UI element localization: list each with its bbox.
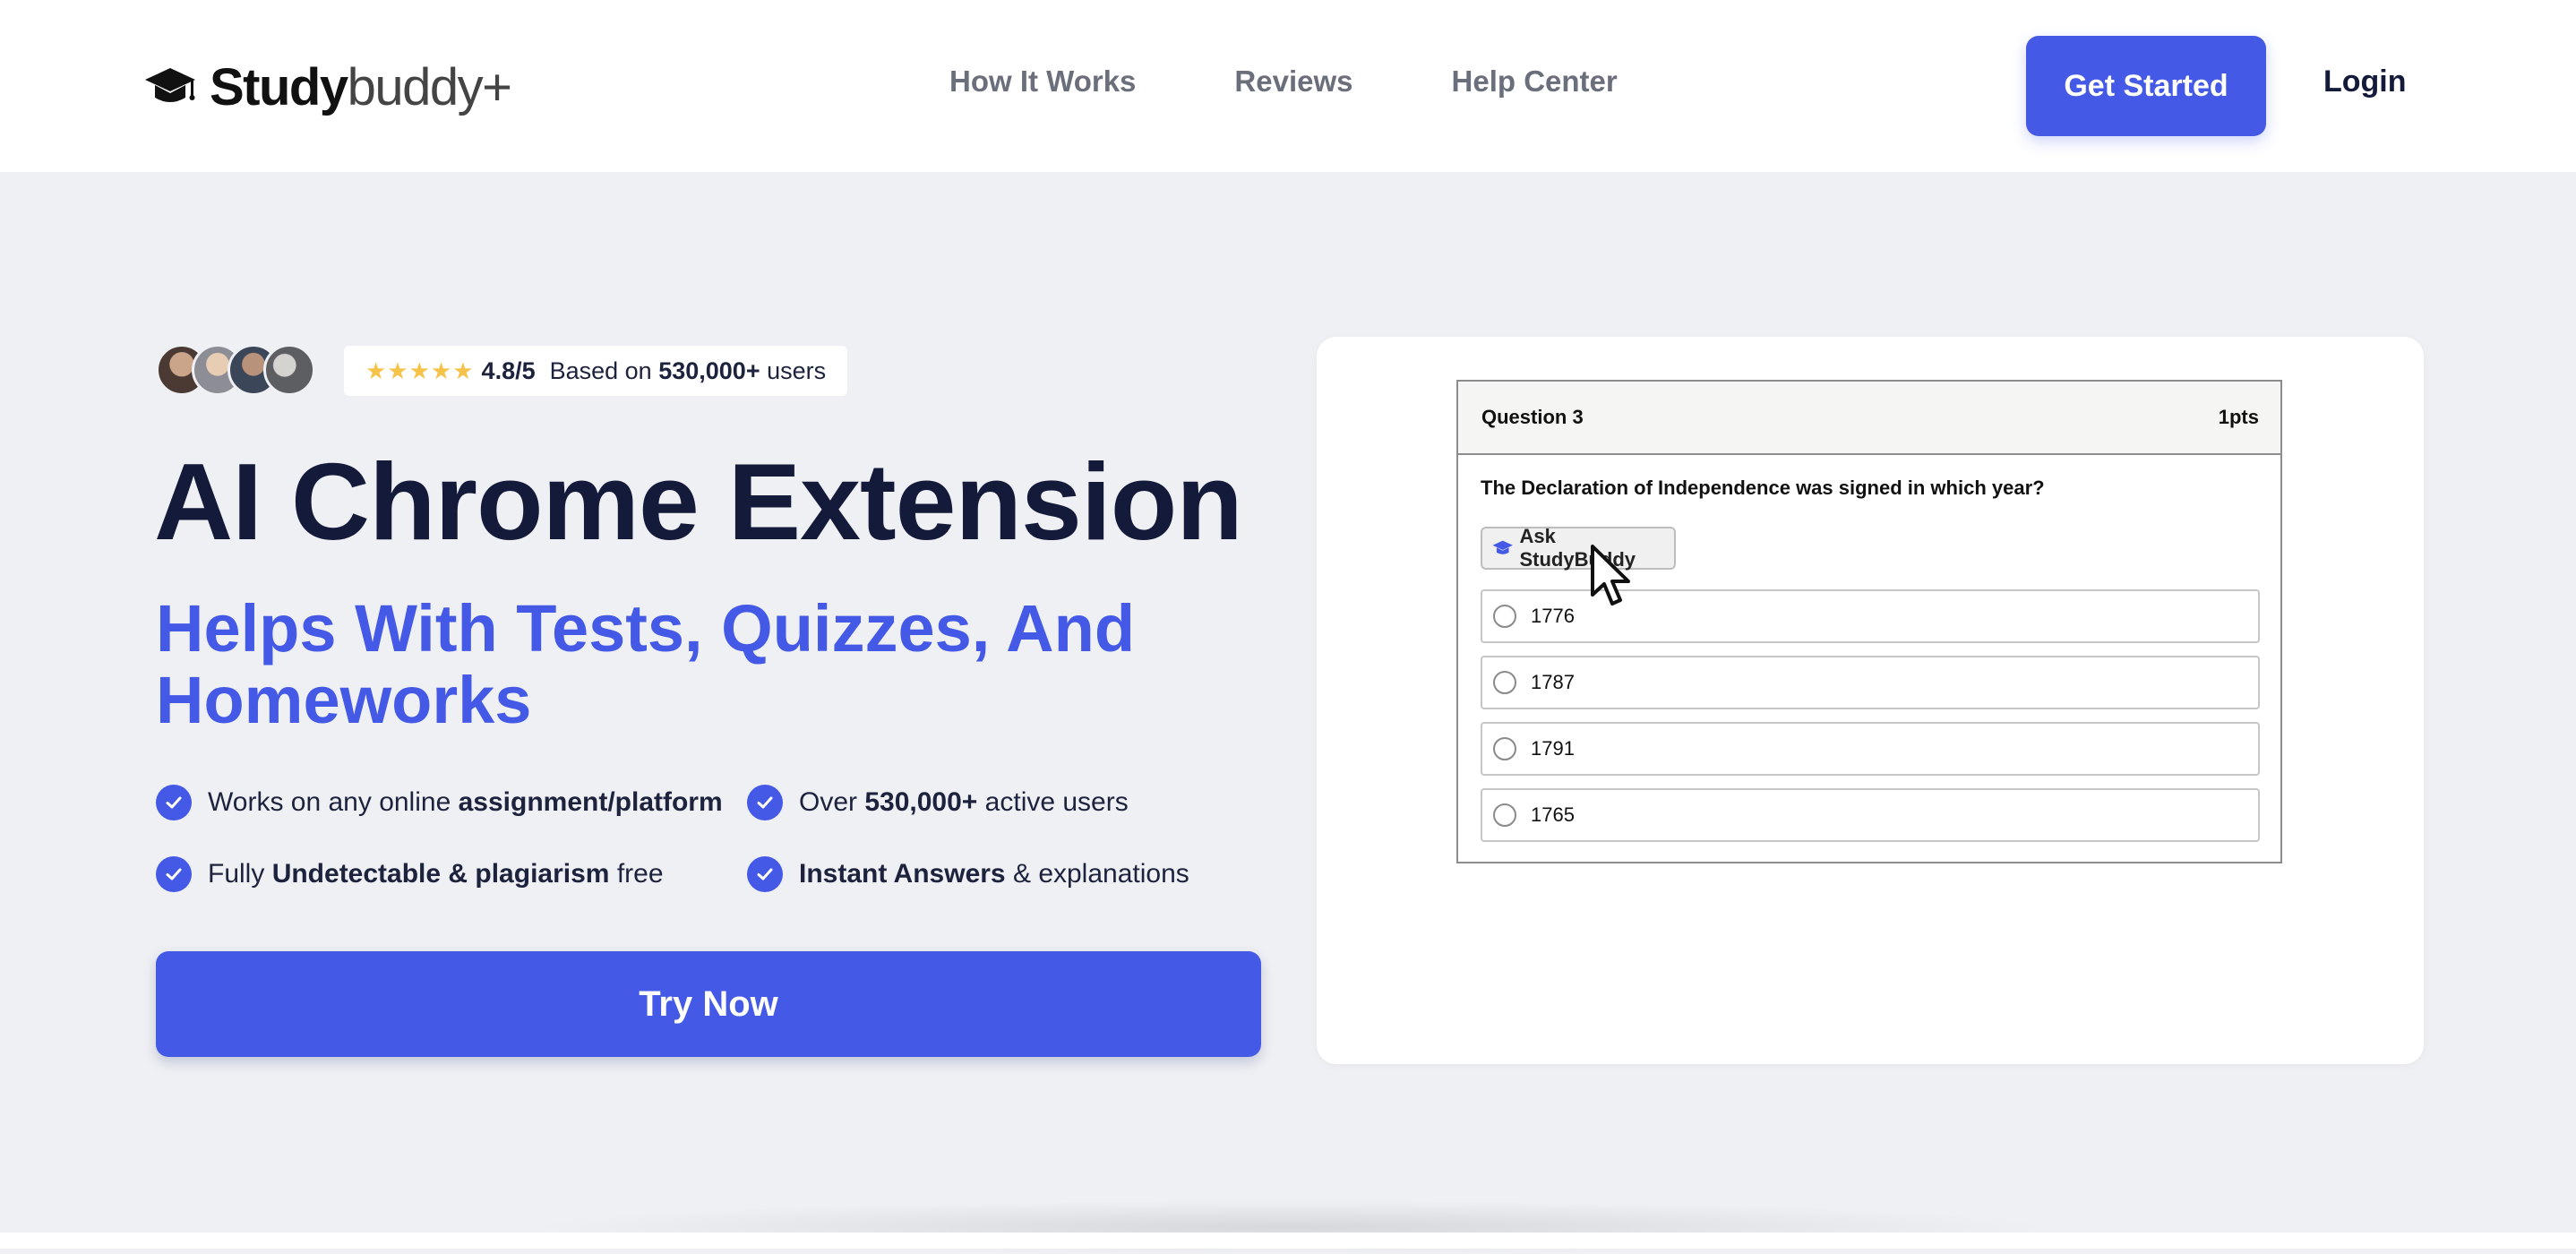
rating-prefix: Based on bbox=[549, 356, 652, 384]
feature-text: Instant Answers & explanations bbox=[799, 859, 1189, 889]
feature-item: Over 530,000+ active users bbox=[747, 785, 1129, 820]
rating-caption: Based on 530,000+ users bbox=[550, 357, 827, 385]
check-circle-icon bbox=[156, 785, 192, 820]
site-header: Study buddy+ How It Works Reviews Help C… bbox=[0, 0, 2576, 172]
user-avatars bbox=[156, 344, 315, 398]
rating-user-count: 530,000+ bbox=[658, 356, 760, 384]
feature-text: Over 530,000+ active users bbox=[799, 787, 1129, 817]
radio-button[interactable] bbox=[1493, 605, 1516, 628]
radio-button[interactable] bbox=[1493, 671, 1516, 694]
login-link[interactable]: Login bbox=[2323, 64, 2407, 99]
question-number: Question 3 bbox=[1481, 406, 1584, 428]
graduation-cap-icon bbox=[145, 68, 195, 102]
next-section bbox=[0, 1233, 2576, 1249]
quiz-question-panel: Question 3 1pts The Declaration of Indep… bbox=[1456, 380, 2282, 863]
avatar bbox=[263, 344, 315, 396]
rating-badge: ★★★★★ 4.8/5 Based on 530,000+ users bbox=[344, 346, 848, 396]
rating-value: 4.8/5 bbox=[481, 356, 536, 384]
feature-item: Instant Answers & explanations bbox=[747, 856, 1189, 892]
try-now-button[interactable]: Try Now bbox=[156, 951, 1261, 1057]
rating-suffix: users bbox=[767, 356, 827, 384]
check-circle-icon bbox=[747, 785, 783, 820]
answer-option[interactable]: 1787 bbox=[1481, 656, 2260, 709]
nav-how-it-works[interactable]: How It Works bbox=[949, 64, 1136, 99]
social-proof: ★★★★★ 4.8/5 Based on 530,000+ users bbox=[156, 344, 848, 398]
nav-reviews[interactable]: Reviews bbox=[1234, 64, 1352, 99]
radio-button[interactable] bbox=[1493, 803, 1516, 827]
question-points: 1pts bbox=[2218, 406, 2259, 428]
feature-text: Works on any online assignment/platform bbox=[208, 787, 723, 817]
graduation-cap-icon bbox=[1492, 540, 1513, 554]
feature-text: Fully Undetectable & plagiarism free bbox=[208, 859, 664, 889]
logo-text-buddy: buddy+ bbox=[347, 57, 512, 116]
quiz-header: Question 3 1pts bbox=[1458, 382, 2280, 455]
hero-title: AI Chrome Extension bbox=[154, 441, 1243, 563]
answer-label: 1787 bbox=[1531, 671, 1575, 693]
demo-card: Question 3 1pts The Declaration of Indep… bbox=[1317, 337, 2424, 1064]
feature-item: Fully Undetectable & plagiarism free bbox=[156, 856, 664, 892]
answer-option[interactable]: 1765 bbox=[1481, 788, 2260, 842]
answer-label: 1776 bbox=[1531, 605, 1575, 627]
answer-label: 1765 bbox=[1531, 803, 1575, 826]
radio-button[interactable] bbox=[1493, 737, 1516, 760]
nav-help-center[interactable]: Help Center bbox=[1452, 64, 1618, 99]
hero-subtitle: Helps With Tests, Quizzes, And Homeworks bbox=[156, 591, 1136, 737]
get-started-button[interactable]: Get Started bbox=[2026, 36, 2266, 136]
answer-option[interactable]: 1791 bbox=[1481, 722, 2260, 776]
main-nav: How It Works Reviews Help Center bbox=[949, 64, 1618, 99]
logo-text-study: Study bbox=[210, 57, 348, 116]
logo[interactable]: Study buddy+ bbox=[143, 56, 512, 118]
answer-label: 1791 bbox=[1531, 737, 1575, 760]
ask-studybuddy-button[interactable]: Ask StudyBuddy bbox=[1481, 525, 1676, 571]
feature-item: Works on any online assignment/platform bbox=[156, 785, 723, 820]
mouse-pointer-icon bbox=[1591, 545, 1630, 606]
star-rating-icon: ★★★★★ bbox=[365, 356, 475, 384]
question-text: The Declaration of Independence was sign… bbox=[1481, 477, 2045, 499]
check-circle-icon bbox=[156, 856, 192, 892]
check-circle-icon bbox=[747, 856, 783, 892]
